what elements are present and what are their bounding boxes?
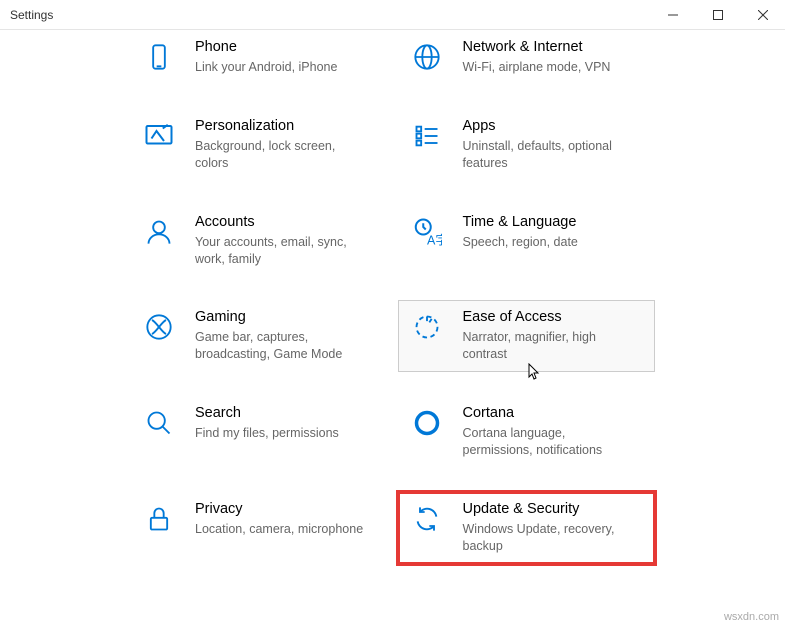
sync-icon bbox=[409, 501, 445, 537]
tile-subtitle: Narrator, magnifier, high contrast bbox=[463, 329, 638, 363]
tile-title: Update & Security bbox=[463, 501, 638, 517]
phone-icon bbox=[141, 39, 177, 75]
globe-icon bbox=[409, 39, 445, 75]
time-language-icon: A字 bbox=[409, 214, 445, 250]
tile-title: Privacy bbox=[195, 501, 363, 517]
tile-ease-of-access[interactable]: Ease of Access Narrator, magnifier, high… bbox=[398, 300, 656, 372]
tile-title: Gaming bbox=[195, 309, 370, 325]
tile-subtitle: Windows Update, recovery, backup bbox=[463, 521, 638, 555]
ease-of-access-icon bbox=[409, 309, 445, 345]
tile-title: Search bbox=[195, 405, 339, 421]
settings-grid: Phone Link your Android, iPhone Network … bbox=[130, 30, 655, 564]
title-bar: Settings bbox=[0, 0, 785, 30]
tile-title: Cortana bbox=[463, 405, 638, 421]
window-title: Settings bbox=[10, 8, 53, 22]
close-button[interactable] bbox=[740, 0, 785, 30]
paint-icon bbox=[141, 118, 177, 154]
mouse-cursor-icon bbox=[527, 363, 541, 386]
tile-accounts[interactable]: Accounts Your accounts, email, sync, wor… bbox=[130, 205, 388, 277]
tile-subtitle: Uninstall, defaults, optional features bbox=[463, 138, 638, 172]
cortana-icon bbox=[409, 405, 445, 441]
maximize-button[interactable] bbox=[695, 0, 740, 30]
lock-icon bbox=[141, 501, 177, 537]
tile-time-language[interactable]: A字 Time & Language Speech, region, date bbox=[398, 205, 656, 277]
tile-title: Network & Internet bbox=[463, 39, 611, 55]
tile-subtitle: Wi-Fi, airplane mode, VPN bbox=[463, 59, 611, 76]
tile-search[interactable]: Search Find my files, permissions bbox=[130, 396, 388, 468]
tile-update-security[interactable]: Update & Security Windows Update, recove… bbox=[398, 492, 656, 564]
tile-gaming[interactable]: Gaming Game bar, captures, broadcasting,… bbox=[130, 300, 388, 372]
tile-network[interactable]: Network & Internet Wi-Fi, airplane mode,… bbox=[398, 30, 656, 85]
watermark: wsxdn.com bbox=[724, 611, 779, 623]
window-controls bbox=[650, 0, 785, 30]
tile-title: Apps bbox=[463, 118, 638, 134]
tile-personalization[interactable]: Personalization Background, lock screen,… bbox=[130, 109, 388, 181]
xbox-icon bbox=[141, 309, 177, 345]
search-icon bbox=[141, 405, 177, 441]
tile-subtitle: Link your Android, iPhone bbox=[195, 59, 337, 76]
tile-subtitle: Background, lock screen, colors bbox=[195, 138, 370, 172]
tile-privacy[interactable]: Privacy Location, camera, microphone bbox=[130, 492, 388, 564]
tile-subtitle: Cortana language, permissions, notificat… bbox=[463, 425, 638, 459]
minimize-button[interactable] bbox=[650, 0, 695, 30]
tile-subtitle: Game bar, captures, broadcasting, Game M… bbox=[195, 329, 370, 363]
tile-subtitle: Speech, region, date bbox=[463, 234, 578, 251]
tile-title: Ease of Access bbox=[463, 309, 638, 325]
tile-phone[interactable]: Phone Link your Android, iPhone bbox=[130, 30, 388, 85]
tile-subtitle: Your accounts, email, sync, work, family bbox=[195, 234, 370, 268]
tile-title: Phone bbox=[195, 39, 337, 55]
tile-apps[interactable]: Apps Uninstall, defaults, optional featu… bbox=[398, 109, 656, 181]
tile-subtitle: Find my files, permissions bbox=[195, 425, 339, 442]
tile-cortana[interactable]: Cortana Cortana language, permissions, n… bbox=[398, 396, 656, 468]
tile-subtitle: Location, camera, microphone bbox=[195, 521, 363, 538]
svg-text:A字: A字 bbox=[427, 232, 442, 247]
list-icon bbox=[409, 118, 445, 154]
tile-title: Accounts bbox=[195, 214, 370, 230]
tile-title: Personalization bbox=[195, 118, 370, 134]
settings-content: Phone Link your Android, iPhone Network … bbox=[0, 30, 785, 584]
person-icon bbox=[141, 214, 177, 250]
tile-title: Time & Language bbox=[463, 214, 578, 230]
